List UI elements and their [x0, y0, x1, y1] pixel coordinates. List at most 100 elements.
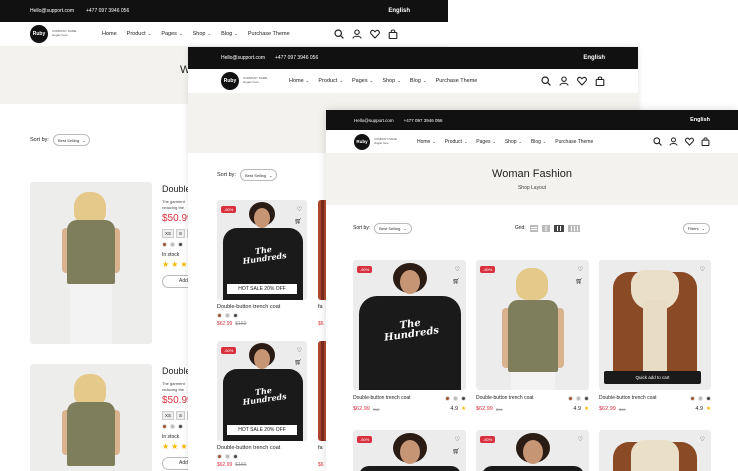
product-image[interactable]: -50% ♡ 🛒︎: [476, 260, 589, 390]
swatch-gray[interactable]: [453, 395, 458, 401]
breadcrumb[interactable]: Shop Layout: [518, 185, 546, 191]
swatch-gray[interactable]: [170, 242, 175, 247]
bag-icon[interactable]: [388, 29, 398, 39]
sort-select[interactable]: Best Selling ⌄: [374, 222, 412, 234]
swatch-brown[interactable]: [690, 395, 695, 401]
product-card[interactable]: -50% ♡: [476, 430, 589, 471]
swatch-gray[interactable]: [225, 454, 230, 459]
menu-purchase-theme[interactable]: Purchase Theme: [248, 31, 290, 37]
heart-icon[interactable]: ♡: [297, 347, 302, 354]
grid-4-icon[interactable]: [567, 224, 580, 232]
support-phone[interactable]: +477 097 3946 056: [275, 55, 318, 61]
heart-icon[interactable]: ♡: [455, 436, 460, 443]
swatch-gray[interactable]: [170, 424, 175, 429]
menu-product[interactable]: Product ⌄: [127, 31, 152, 37]
swatch-brown[interactable]: [217, 454, 222, 459]
product-card[interactable]: ♡ Quick add to cart Double-button trench…: [599, 260, 711, 412]
heart-icon[interactable]: [577, 76, 587, 86]
menu-product[interactable]: Product ⌄: [445, 139, 468, 145]
cart-icon[interactable]: 🛒︎: [452, 448, 460, 455]
product-card[interactable]: The Hundreds -50% ♡ 🛒︎ HOT SALE 20% OFF …: [217, 200, 307, 327]
product-card[interactable]: The Hundreds -50% ♡ 🛒︎ HOT SALE 20% OFF …: [217, 341, 307, 468]
product-image[interactable]: -50% ♡: [476, 430, 589, 471]
logo[interactable]: Ruby: [30, 25, 48, 43]
user-icon[interactable]: [559, 76, 569, 86]
heart-icon[interactable]: ♡: [700, 266, 705, 273]
swatch-dark[interactable]: [178, 242, 183, 247]
logo[interactable]: Ruby: [354, 133, 370, 150]
menu-blog[interactable]: Blog ⌄: [221, 31, 238, 37]
grid-2-icon[interactable]: [541, 224, 550, 232]
swatch-gray[interactable]: [698, 395, 703, 401]
product-image[interactable]: [30, 364, 152, 471]
heart-icon[interactable]: ♡: [578, 436, 583, 443]
menu-purchase-theme[interactable]: Purchase Theme: [436, 78, 478, 84]
language-selector[interactable]: English: [583, 55, 605, 61]
product-image[interactable]: The Hundreds -50% ♡ 🛒︎ HOT SALE 20% OFF: [217, 341, 307, 441]
menu-home[interactable]: Home: [102, 31, 117, 37]
menu-product[interactable]: Product ⌄: [318, 78, 343, 84]
product-card[interactable]: ♡: [599, 430, 711, 471]
bag-icon[interactable]: [701, 137, 710, 146]
menu-home[interactable]: Home ⌄: [417, 139, 436, 145]
heart-icon[interactable]: [370, 29, 380, 39]
menu-shop[interactable]: Shop ⌄: [193, 31, 212, 37]
product-name[interactable]: Double-button trench coat: [476, 395, 534, 401]
grid-3-icon[interactable]: [553, 224, 564, 232]
swatch-gray[interactable]: [225, 313, 230, 318]
product-name[interactable]: Double-button trench coat: [599, 395, 657, 401]
swatch-gray[interactable]: [576, 395, 581, 401]
cart-icon[interactable]: 🛒︎: [294, 359, 302, 366]
menu-pages[interactable]: Pages ⌄: [476, 139, 496, 145]
search-icon[interactable]: [653, 137, 662, 146]
size-xs[interactable]: XS: [162, 411, 175, 420]
swatch-dark[interactable]: [233, 313, 238, 318]
grid-list-icon[interactable]: [529, 224, 538, 232]
support-phone[interactable]: +477 097 3946 056: [86, 8, 129, 14]
menu-shop[interactable]: Shop ⌄: [382, 78, 401, 84]
cart-icon[interactable]: 🛒︎: [294, 218, 302, 225]
size-s[interactable]: S: [176, 411, 186, 420]
user-icon[interactable]: [669, 137, 678, 146]
product-image[interactable]: ♡: [599, 430, 711, 471]
menu-home[interactable]: Home ⌄: [289, 78, 309, 84]
search-icon[interactable]: [541, 76, 551, 86]
swatch-brown[interactable]: [568, 395, 573, 401]
menu-pages[interactable]: Pages ⌄: [161, 31, 182, 37]
menu-purchase-theme[interactable]: Purchase Theme: [555, 139, 593, 145]
quick-add-button[interactable]: Quick add to cart: [604, 371, 701, 384]
support-email[interactable]: Hello@support.com: [221, 55, 265, 61]
language-selector[interactable]: English: [388, 8, 410, 14]
product-image[interactable]: [30, 182, 152, 344]
product-image[interactable]: ♡ Quick add to cart: [599, 260, 711, 390]
cart-icon[interactable]: 🛒︎: [452, 278, 460, 285]
swatch-brown[interactable]: [445, 395, 450, 401]
product-image[interactable]: -50% ♡ 🛒︎: [353, 430, 466, 471]
product-image[interactable]: The Hundreds -50% ♡ 🛒︎: [353, 260, 466, 390]
swatch-dark[interactable]: [178, 424, 183, 429]
swatch-dark[interactable]: [706, 395, 711, 401]
swatch-brown[interactable]: [162, 242, 167, 247]
menu-blog[interactable]: Blog ⌄: [531, 139, 546, 145]
filters-button[interactable]: Filters ⌄: [682, 222, 710, 234]
language-selector[interactable]: English: [690, 117, 710, 123]
product-card[interactable]: -50% ♡ 🛒︎ Double-button trench coat $62.…: [476, 260, 589, 412]
product-name[interactable]: Double-button trench coat: [353, 395, 411, 401]
heart-icon[interactable]: [685, 137, 694, 146]
product-name[interactable]: Double-button trench coat: [217, 445, 307, 451]
swatch-dark[interactable]: [233, 454, 238, 459]
product-card[interactable]: The Hundreds -50% ♡ 🛒︎ Double-button tre…: [353, 260, 466, 412]
swatch-brown[interactable]: [162, 424, 167, 429]
sort-select[interactable]: Best Selling ⌄: [52, 134, 91, 146]
support-phone[interactable]: +477 097 3946 056: [404, 118, 443, 123]
bag-icon[interactable]: [595, 76, 605, 86]
menu-blog[interactable]: Blog ⌄: [410, 78, 427, 84]
heart-icon[interactable]: ♡: [455, 266, 460, 273]
swatch-brown[interactable]: [217, 313, 222, 318]
product-name[interactable]: Double-button trench coat: [217, 304, 307, 310]
heart-icon[interactable]: ♡: [578, 266, 583, 273]
support-email[interactable]: Hello@support.com: [30, 8, 74, 14]
support-email[interactable]: Hello@support.com: [354, 118, 394, 123]
size-xs[interactable]: XS: [162, 229, 175, 238]
sort-select[interactable]: Best Selling ⌄: [239, 169, 278, 181]
